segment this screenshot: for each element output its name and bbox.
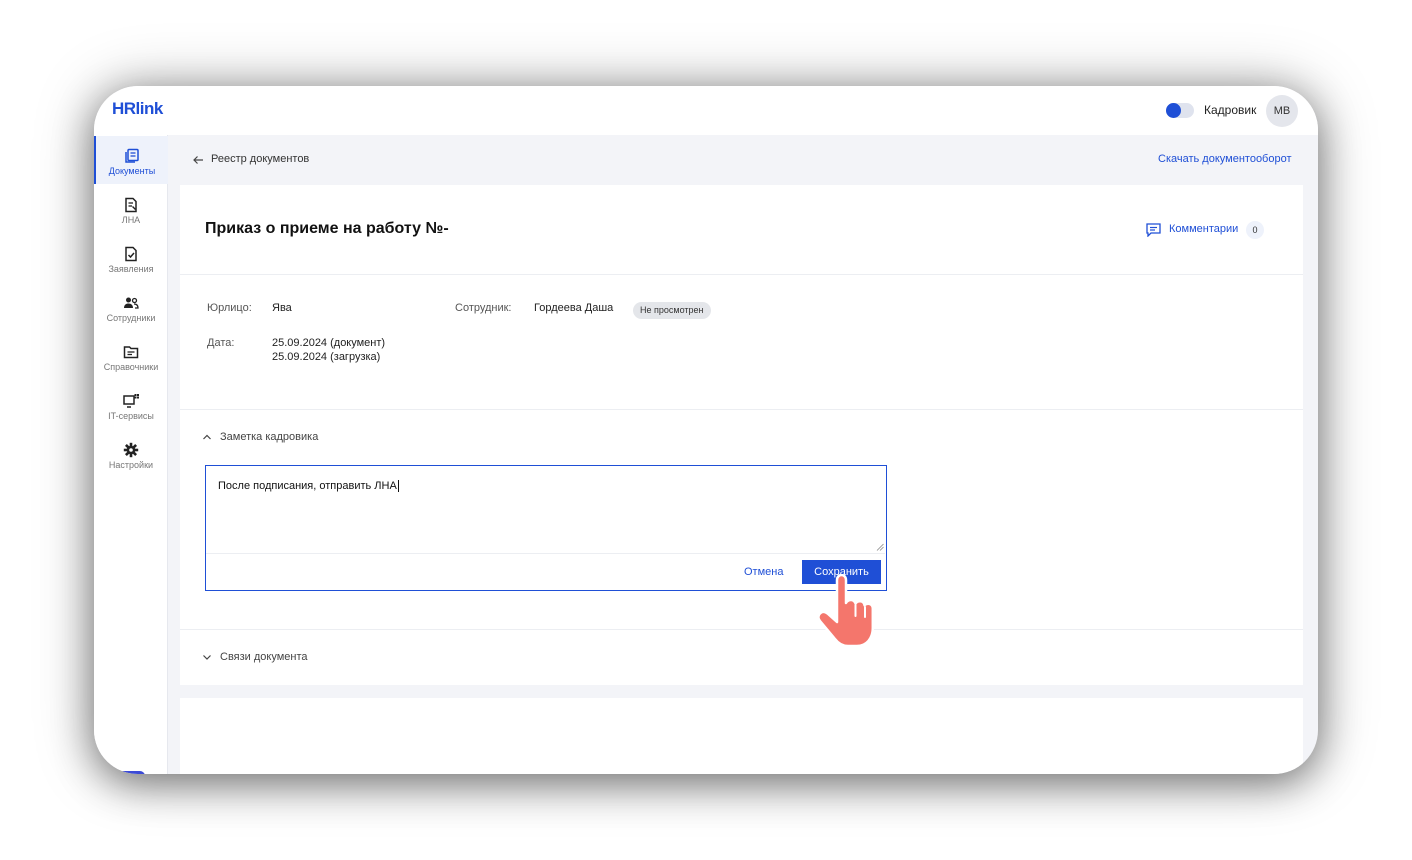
- folder-icon: [123, 346, 139, 359]
- role-toggle-knob: [1166, 103, 1181, 118]
- divider: [180, 629, 1303, 630]
- it-services-icon: [123, 394, 139, 408]
- secondary-card: [180, 698, 1303, 774]
- note-text-value: После подписания, отправить ЛНА: [218, 480, 397, 492]
- legal-entity-value: Ява: [272, 302, 292, 314]
- chevron-up-icon: [203, 434, 211, 440]
- sidebar-item-label: ЛНА: [121, 215, 141, 225]
- page-title: Приказ о приеме на работу №-: [205, 220, 449, 237]
- role-toggle[interactable]: [1166, 103, 1194, 118]
- sidebar-item-label: Заявления: [108, 264, 154, 274]
- documents-icon: [125, 148, 139, 163]
- note-editor[interactable]: После подписания, отправить ЛНА Отмена С…: [205, 465, 887, 591]
- cancel-button[interactable]: Отмена: [744, 566, 783, 578]
- date-document-value: 25.09.2024 (документ): [272, 337, 386, 349]
- employees-icon: [124, 297, 139, 309]
- sidebar-item-label: Сотрудники: [106, 313, 156, 323]
- employee-value: Гордеева Даша: [534, 302, 614, 314]
- sidebar-item-it-services[interactable]: IT-сервисы: [94, 381, 168, 429]
- download-workflow-link[interactable]: Скачать документооборот: [1158, 153, 1292, 165]
- arrow-left-icon[interactable]: [192, 155, 204, 165]
- chevron-down-icon: [203, 655, 211, 660]
- pointer-hand-icon: [817, 574, 875, 648]
- date-label: Дата:: [207, 337, 235, 349]
- sidebar-item-lna[interactable]: ЛНА: [94, 185, 168, 233]
- sidebar-item-label: Справочники: [103, 362, 159, 372]
- divider: [206, 553, 885, 554]
- document-card: Приказ о приеме на работу №- Комментарии…: [180, 185, 1303, 685]
- links-section-title: Связи документа: [220, 651, 308, 663]
- date-upload-value: 25.09.2024 (загрузка): [272, 351, 381, 363]
- text-caret: [397, 480, 399, 493]
- sidebar-item-label: Настройки: [108, 460, 154, 470]
- back-to-registry-link[interactable]: Реестр документов: [211, 153, 309, 165]
- legal-entity-label: Юрлицо:: [207, 302, 252, 314]
- sidebar-item-documents[interactable]: Документы: [94, 136, 168, 184]
- lna-icon: [125, 197, 137, 213]
- divider: [180, 409, 1303, 410]
- sidebar-item-applications[interactable]: Заявления: [94, 234, 168, 282]
- role-label: Кадровик: [1204, 103, 1257, 117]
- links-section-toggle[interactable]: Связи документа: [202, 651, 308, 663]
- top-bar: HRlink Кадровик МВ: [94, 86, 1318, 135]
- resize-handle-icon[interactable]: [876, 543, 884, 551]
- status-badge: Не просмотрен: [633, 302, 711, 319]
- note-textarea[interactable]: После подписания, отправить ЛНА: [218, 480, 399, 493]
- avatar[interactable]: МВ: [1266, 95, 1298, 127]
- divider: [180, 274, 1303, 275]
- app-window: HRlink Кадровик МВ Документы ЛНА Заявлен…: [94, 86, 1318, 774]
- sidebar-item-label: IT-сервисы: [108, 411, 154, 421]
- applications-icon: [125, 246, 137, 262]
- sidebar-item-directories[interactable]: Справочники: [94, 332, 168, 380]
- sidebar-item-settings[interactable]: Настройки: [94, 430, 168, 478]
- sidebar: Документы ЛНА Заявления Сотрудники Справ…: [94, 135, 168, 774]
- note-section-title: Заметка кадровика: [220, 431, 319, 443]
- comments-label: Комментарии: [1169, 223, 1239, 235]
- comment-icon: [1146, 223, 1161, 237]
- gear-icon: [123, 442, 139, 458]
- help-button[interactable]: ?: [112, 771, 145, 774]
- comments-count-badge: 0: [1246, 221, 1264, 239]
- sidebar-item-label: Документы: [108, 166, 156, 176]
- sidebar-item-employees[interactable]: Сотрудники: [94, 283, 168, 331]
- note-section-toggle[interactable]: Заметка кадровика: [202, 431, 318, 443]
- employee-label: Сотрудник:: [455, 302, 512, 314]
- app-logo[interactable]: HRlink: [112, 99, 163, 119]
